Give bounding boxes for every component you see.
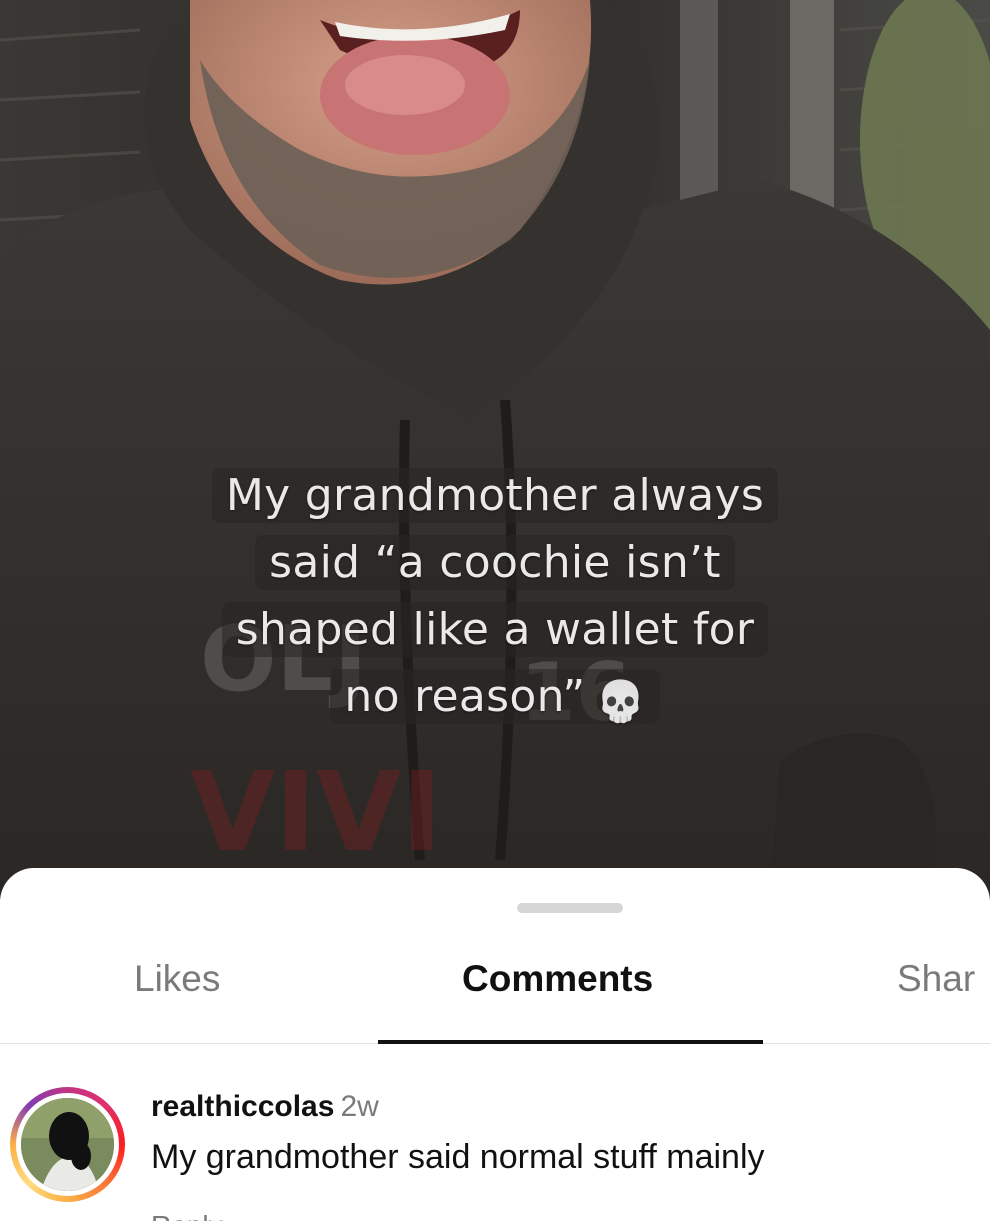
tab-share[interactable]: Shar [897, 956, 975, 1046]
comment-header: realthiccolas 2w [151, 1089, 379, 1125]
tab-likes[interactable]: Likes [134, 956, 220, 1046]
avatar-photo [21, 1098, 114, 1191]
tab-comments[interactable]: Comments [462, 956, 653, 1046]
active-tab-indicator [378, 1040, 763, 1044]
skull-emoji-icon: 💀 [595, 679, 646, 725]
video-image: OLJ 16 VIVI [0, 0, 990, 900]
caption-line-2: said “a coochie isn’t [0, 529, 990, 596]
video-caption: My grandmother always said “a coochie is… [0, 462, 990, 736]
sheet-drag-handle[interactable] [517, 903, 623, 913]
comment-text: My grandmother said normal stuff mainly [151, 1138, 765, 1176]
app-screen: OLJ 16 VIVI My grandmother always said “… [0, 0, 990, 1221]
caption-line-4: no reason” 💀 [0, 663, 990, 736]
comments-sheet: Likes Comments Shar realthiccolas 2w My … [0, 868, 990, 1221]
caption-line-1: My grandmother always [0, 462, 990, 529]
reply-button[interactable]: Reply [151, 1209, 223, 1221]
video-frame[interactable]: OLJ 16 VIVI My grandmother always said “… [0, 0, 990, 900]
comment-item: realthiccolas 2w My grandmother said norm… [0, 1081, 990, 1221]
caption-line-3: shaped like a wallet for [0, 596, 990, 663]
comment-timestamp: 2w [340, 1090, 379, 1123]
svg-text:VIVI: VIVI [190, 748, 442, 876]
sheet-tabs: Likes Comments Shar [0, 956, 990, 1046]
comment-username[interactable]: realthiccolas [151, 1090, 334, 1123]
avatar[interactable] [10, 1087, 125, 1202]
